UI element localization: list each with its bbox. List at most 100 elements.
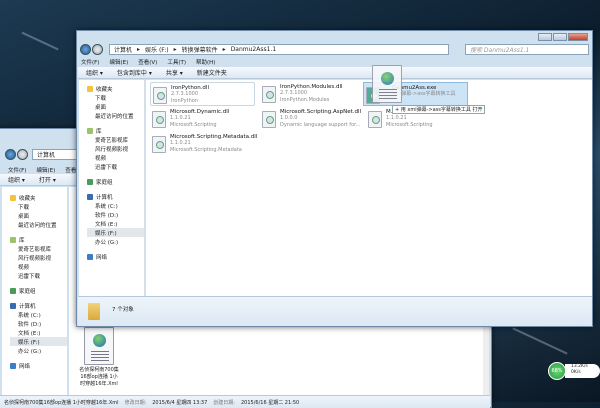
menu-edit[interactable]: 编辑(E) bbox=[36, 166, 55, 174]
nav-homegroup[interactable]: 家庭组 bbox=[10, 286, 67, 295]
nav-label: 软件 (D:) bbox=[95, 212, 119, 219]
share-button[interactable]: 共享 ▾ bbox=[166, 68, 183, 77]
breadcrumb-drive-f[interactable]: 娱乐 (F:) bbox=[145, 45, 169, 54]
xml-file-icon bbox=[84, 327, 114, 365]
nav-computer[interactable]: 计算机 bbox=[87, 192, 144, 201]
nav-drive-f[interactable]: 娱乐 (F:) bbox=[87, 228, 144, 237]
nav-favorites[interactable]: 收藏夹 bbox=[10, 193, 67, 202]
file-microsoft-dynamic-dll[interactable]: Microsoft.Dynamic.dll 1.1.0.21 Microsoft.S… bbox=[150, 107, 255, 131]
created-label: 创建日期: bbox=[213, 399, 235, 406]
file-microsoft-scripting-metadata-dll[interactable]: Microsoft.Scripting.Metadata.dll 1.1.0.21… bbox=[150, 132, 280, 156]
menu-file[interactable]: 文件(F) bbox=[81, 58, 99, 66]
nav-lib-funshion[interactable]: 风行视频影视 bbox=[10, 253, 67, 262]
file-xml[interactable]: 名侦探柯南700集16部op连播 1小时穿越16年.Xml bbox=[79, 327, 119, 388]
nav-homegroup[interactable]: 家庭组 bbox=[87, 177, 144, 186]
nav-lib-iqiyi[interactable]: 爱奇艺影视库 bbox=[87, 135, 144, 144]
back-button[interactable] bbox=[5, 149, 16, 160]
created-date: 2015/6/16 星期二 21:50 bbox=[240, 399, 300, 406]
nav-drive-e[interactable]: 文档 (E:) bbox=[10, 328, 67, 337]
nav-network[interactable]: 网络 bbox=[10, 361, 67, 370]
file-description: IronPython.Modules bbox=[280, 97, 330, 103]
nav-drive-g[interactable]: 办公 (G:) bbox=[87, 237, 144, 246]
folder-icon bbox=[88, 303, 100, 320]
file-ironpython-modules-dll[interactable]: IronPython.Modules.dll 2.7.3.1000 IronPyth… bbox=[260, 82, 365, 106]
nav-libraries[interactable]: 库 bbox=[10, 235, 67, 244]
menu-help[interactable]: 帮助(H) bbox=[196, 58, 215, 66]
organize-button[interactable]: 组织 ▾ bbox=[86, 68, 103, 77]
menu-edit[interactable]: 编辑(E) bbox=[109, 58, 128, 66]
address-bar[interactable]: 计算机 ▸ 娱乐 (F:) ▸ 转换弹幕软件 ▸ Danmu2Ass1.1 bbox=[109, 44, 449, 55]
front-explorer-window[interactable]: 计算机 ▸ 娱乐 (F:) ▸ 转换弹幕软件 ▸ Danmu2Ass1.1 搜索 Da… bbox=[76, 30, 593, 327]
nav-lib-video[interactable]: 视频 bbox=[10, 262, 67, 271]
nav-lib-thunder[interactable]: 迅雷下载 bbox=[10, 271, 67, 280]
nav-drive-c[interactable]: 系统 (C:) bbox=[87, 201, 144, 210]
breadcrumb-computer[interactable]: 计算机 bbox=[114, 45, 132, 54]
nav-downloads[interactable]: 下载 bbox=[10, 202, 67, 211]
nav-libraries[interactable]: 库 bbox=[87, 126, 144, 135]
file-name: 名侦探柯南700集16部op连播 1小时穿越16年.Xml bbox=[79, 367, 119, 387]
nav-label: 收藏夹 bbox=[19, 195, 36, 202]
menu-file[interactable]: 文件(F) bbox=[8, 166, 26, 174]
computer-icon bbox=[10, 302, 16, 309]
include-in-library-button[interactable]: 包含到库中 ▾ bbox=[117, 68, 152, 77]
nav-drive-e[interactable]: 文档 (E:) bbox=[87, 219, 144, 228]
dragged-xml-file-icon[interactable] bbox=[372, 65, 402, 103]
nav-network[interactable]: 网络 bbox=[87, 252, 144, 261]
nav-favorites[interactable]: 收藏夹 bbox=[87, 84, 144, 93]
file-microsoft-scripting-aspnet-dll[interactable]: Microsoft.Scripting.AspNet.dll 1.0.0.0 Dyn… bbox=[260, 107, 365, 131]
nav-downloads[interactable]: 下载 bbox=[87, 93, 144, 102]
nav-recent[interactable]: 最近访问的位置 bbox=[10, 220, 67, 229]
nav-drive-d[interactable]: 软件 (D:) bbox=[87, 210, 144, 219]
nav-label: 风行视频影视 bbox=[18, 255, 52, 262]
menu-tools[interactable]: 工具(T) bbox=[167, 58, 186, 66]
homegroup-icon bbox=[10, 287, 16, 294]
nav-desktop[interactable]: 桌面 bbox=[10, 211, 67, 220]
network-speed-widget[interactable]: 68% 13.2K/s 0K/s bbox=[548, 362, 600, 380]
file-version: 1.1.0.21 bbox=[170, 115, 191, 121]
breadcrumb-folder[interactable]: 转换弹幕软件 bbox=[182, 45, 218, 54]
memory-percent: 68% bbox=[551, 368, 563, 374]
download-speed: 0K/s bbox=[571, 370, 581, 375]
file-ironpython-dll[interactable]: IronPython.dll 2.7.3.1000 IronPython bbox=[150, 82, 255, 106]
nav-label: 办公 (G:) bbox=[95, 239, 119, 246]
nav-drive-f[interactable]: 娱乐 (F:) bbox=[10, 337, 67, 346]
open-button[interactable]: 打开 ▾ bbox=[39, 175, 56, 184]
computer-icon bbox=[87, 193, 93, 200]
file-version: 1.1.0.21 bbox=[386, 115, 407, 121]
nav-lib-iqiyi[interactable]: 爱奇艺影视库 bbox=[10, 244, 67, 253]
search-input[interactable]: 搜索 Danmu2Ass1.1 bbox=[465, 44, 589, 55]
new-folder-button[interactable]: 新建文件夹 bbox=[197, 68, 227, 77]
minimize-button[interactable] bbox=[538, 33, 552, 41]
file-version: 1.1.0.21 bbox=[170, 140, 191, 146]
breadcrumb-danmu2ass[interactable]: Danmu2Ass1.1 bbox=[231, 46, 276, 53]
nav-lib-funshion[interactable]: 风行视频影视 bbox=[87, 144, 144, 153]
library-icon bbox=[10, 236, 16, 243]
search-placeholder: 搜索 Danmu2Ass1.1 bbox=[470, 47, 530, 54]
nav-label: 迅雷下载 bbox=[18, 273, 41, 280]
forward-button[interactable] bbox=[92, 44, 103, 55]
maximize-button[interactable] bbox=[553, 33, 567, 41]
nav-computer[interactable]: 计算机 bbox=[10, 301, 67, 310]
nav-label: 办公 (G:) bbox=[18, 348, 42, 355]
nav-label: 最近访问的位置 bbox=[18, 222, 57, 229]
nav-drive-d[interactable]: 软件 (D:) bbox=[10, 319, 67, 328]
organize-button[interactable]: 组织 ▾ bbox=[8, 175, 25, 184]
forward-button[interactable] bbox=[17, 149, 28, 160]
nav-label: 桌面 bbox=[18, 213, 30, 220]
nav-recent[interactable]: 最近访问的位置 bbox=[87, 111, 144, 120]
nav-label: 视频 bbox=[18, 264, 30, 271]
menu-view[interactable]: 查看(V) bbox=[138, 58, 157, 66]
status-filename: 名侦探柯南700集16部op连播 1小时穿越16年.Xml bbox=[4, 399, 119, 406]
network-icon bbox=[10, 362, 16, 369]
nav-desktop[interactable]: 桌面 bbox=[87, 102, 144, 111]
dll-file-icon bbox=[152, 136, 166, 153]
details-bar: 7 个对象 bbox=[78, 296, 592, 326]
item-count: 7 个对象 bbox=[112, 307, 134, 313]
nav-lib-video[interactable]: 视频 bbox=[87, 153, 144, 162]
nav-lib-thunder[interactable]: 迅雷下载 bbox=[87, 162, 144, 171]
back-button[interactable] bbox=[80, 44, 91, 55]
nav-drive-c[interactable]: 系统 (C:) bbox=[10, 310, 67, 319]
close-button[interactable] bbox=[568, 33, 588, 41]
nav-drive-g[interactable]: 办公 (G:) bbox=[10, 346, 67, 355]
memory-usage-ball[interactable]: 68% bbox=[548, 362, 566, 380]
